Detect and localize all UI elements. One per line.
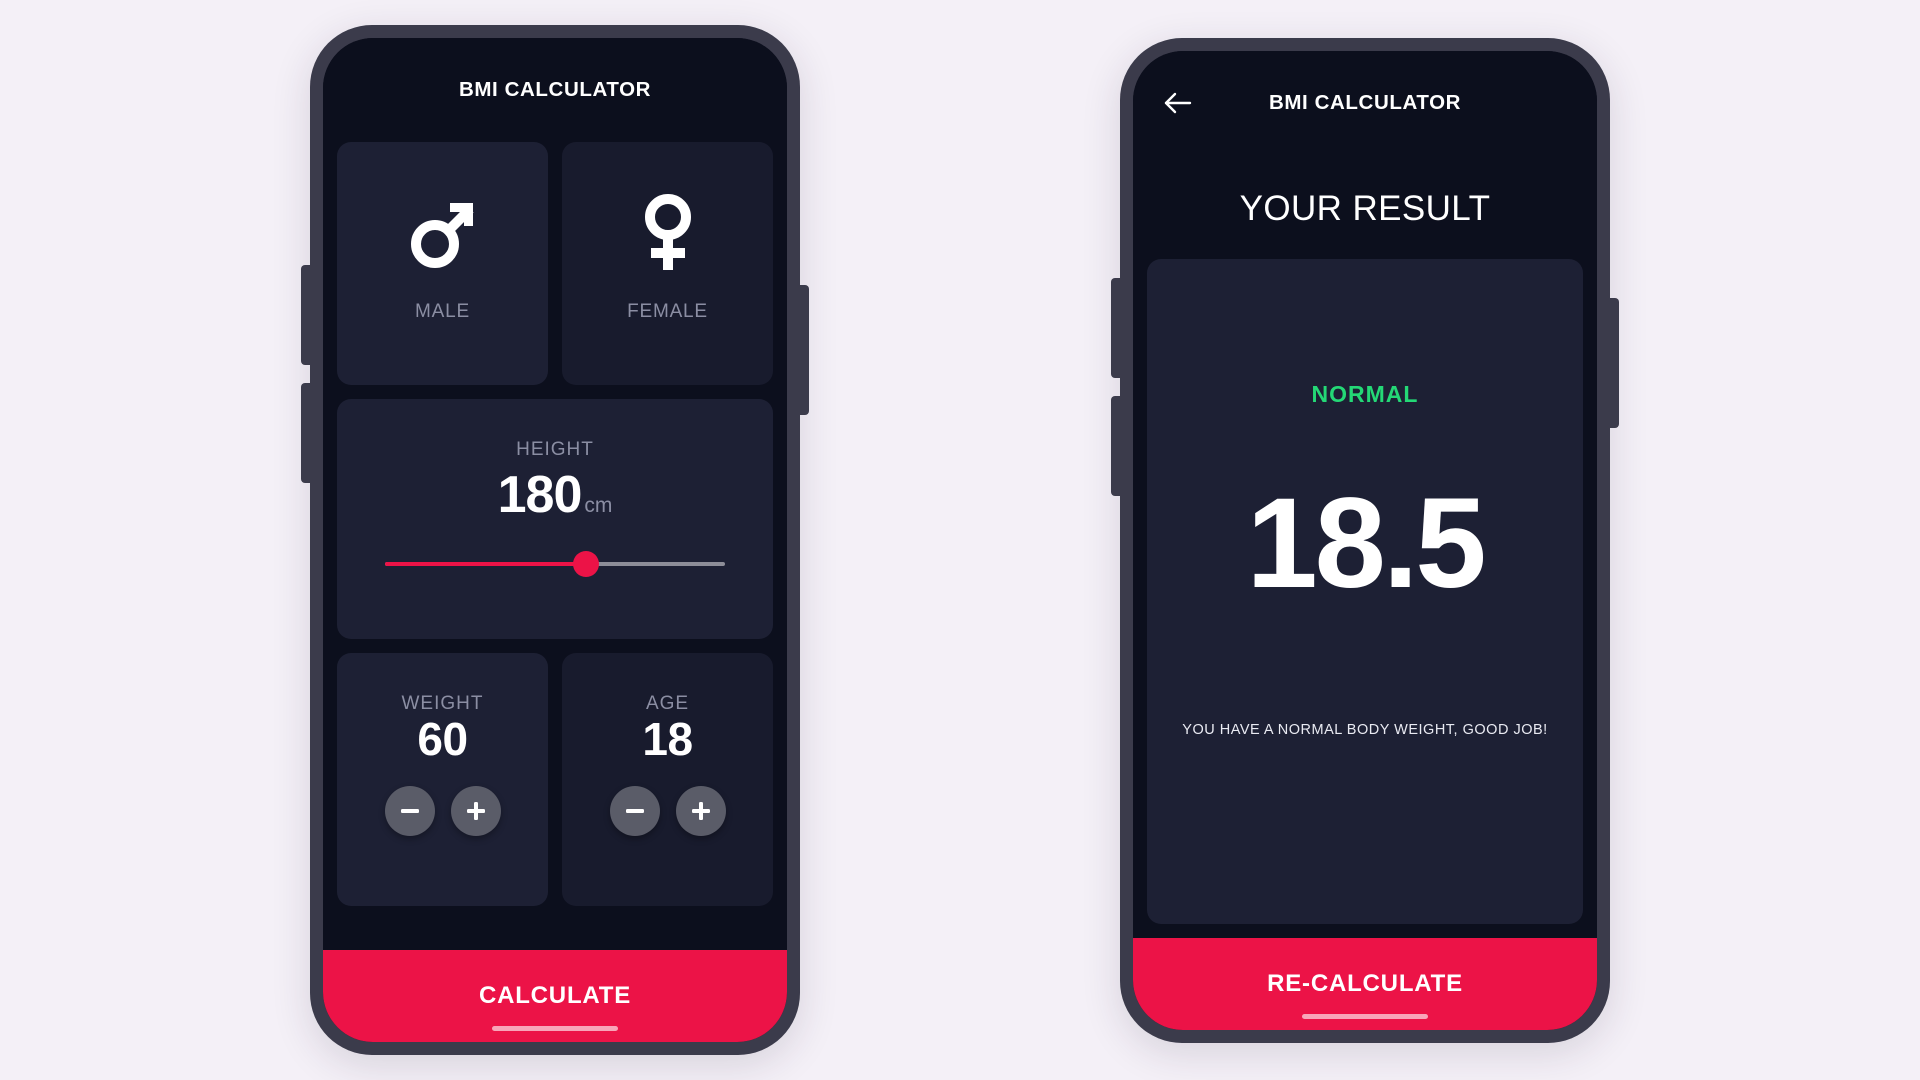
volume-down-button[interactable] xyxy=(301,383,311,483)
screenshot-canvas: BMI CALCULATOR MALE FEMALE HEIGHT 180 cm… xyxy=(0,0,1920,1080)
power-button[interactable] xyxy=(799,285,809,415)
gender-selector: MALE FEMALE xyxy=(337,142,773,385)
volume-up-button[interactable] xyxy=(301,265,311,365)
age-card: AGE 18 xyxy=(562,653,773,906)
result-appbar: BMI CALCULATOR xyxy=(1133,50,1597,155)
height-value-row: 180 cm xyxy=(498,465,613,525)
volume-up-button[interactable] xyxy=(1111,277,1121,378)
minus-icon xyxy=(399,800,421,822)
recalculate-button[interactable]: RE-CALCULATE xyxy=(1133,937,1597,1030)
calculate-button[interactable]: CALCULATE xyxy=(323,950,787,1042)
age-increment-button[interactable] xyxy=(675,785,726,836)
result-screen: BMI CALCULATOR YOUR RESULT NORMAL 18.5 Y… xyxy=(1133,50,1597,1030)
weight-card: WEIGHT 60 xyxy=(337,653,548,906)
input-appbar: BMI CALCULATOR xyxy=(323,38,787,142)
result-card: NORMAL 18.5 YOU HAVE A NORMAL BODY WEIGH… xyxy=(1147,258,1583,924)
input-appbar-title: BMI CALCULATOR xyxy=(458,78,652,101)
age-decrement-button[interactable] xyxy=(609,785,660,836)
weight-label: WEIGHT xyxy=(401,693,484,714)
calculate-button-label: CALCULATE xyxy=(478,982,632,1009)
gender-label-female: FEMALE xyxy=(627,300,708,322)
height-slider-fill xyxy=(385,562,586,566)
power-button[interactable] xyxy=(1609,297,1619,428)
input-screen: BMI CALCULATOR MALE FEMALE HEIGHT 180 cm… xyxy=(323,38,787,1042)
input-body: MALE FEMALE HEIGHT 180 cm WEIGHT 60 AGE … xyxy=(323,142,787,950)
back-button[interactable] xyxy=(1161,86,1195,120)
home-indicator xyxy=(492,1026,618,1031)
gender-card-male[interactable]: MALE xyxy=(337,142,548,385)
arrow-left-icon xyxy=(1163,91,1193,115)
height-label: HEIGHT xyxy=(516,439,594,460)
recalculate-button-label: RE-CALCULATE xyxy=(1267,969,1463,997)
gender-label-male: MALE xyxy=(415,300,470,322)
bmi-value: 18.5 xyxy=(1246,471,1486,615)
result-appbar-title: BMI CALCULATOR xyxy=(1268,90,1462,114)
phone-mockup-result: BMI CALCULATOR YOUR RESULT NORMAL 18.5 Y… xyxy=(1111,37,1619,1043)
height-unit: cm xyxy=(584,494,613,517)
height-slider[interactable] xyxy=(385,551,725,577)
mars-symbol-icon xyxy=(404,191,482,275)
height-slider-thumb[interactable] xyxy=(572,551,599,577)
height-card: HEIGHT 180 cm xyxy=(337,399,773,639)
result-description: YOU HAVE A NORMAL BODY WEIGHT, GOOD JOB! xyxy=(1182,721,1548,738)
weight-value: 60 xyxy=(417,713,468,765)
venus-symbol-icon xyxy=(629,191,707,275)
height-value: 180 xyxy=(497,466,583,524)
age-stepper xyxy=(609,785,726,836)
volume-down-button[interactable] xyxy=(1111,395,1121,496)
weight-age-row: WEIGHT 60 AGE 18 xyxy=(337,653,773,906)
weight-stepper xyxy=(384,785,501,836)
status-badge: NORMAL xyxy=(1311,380,1419,407)
gender-card-female[interactable]: FEMALE xyxy=(562,142,773,385)
home-indicator xyxy=(1302,1013,1428,1019)
age-label: AGE xyxy=(645,693,690,714)
age-value: 18 xyxy=(642,713,693,765)
plus-icon xyxy=(690,800,712,822)
result-heading: YOUR RESULT xyxy=(1239,188,1491,228)
minus-icon xyxy=(624,800,646,822)
weight-decrement-button[interactable] xyxy=(384,785,435,836)
weight-increment-button[interactable] xyxy=(450,785,501,836)
plus-icon xyxy=(465,800,487,822)
phone-mockup-input: BMI CALCULATOR MALE FEMALE HEIGHT 180 cm… xyxy=(301,25,809,1055)
